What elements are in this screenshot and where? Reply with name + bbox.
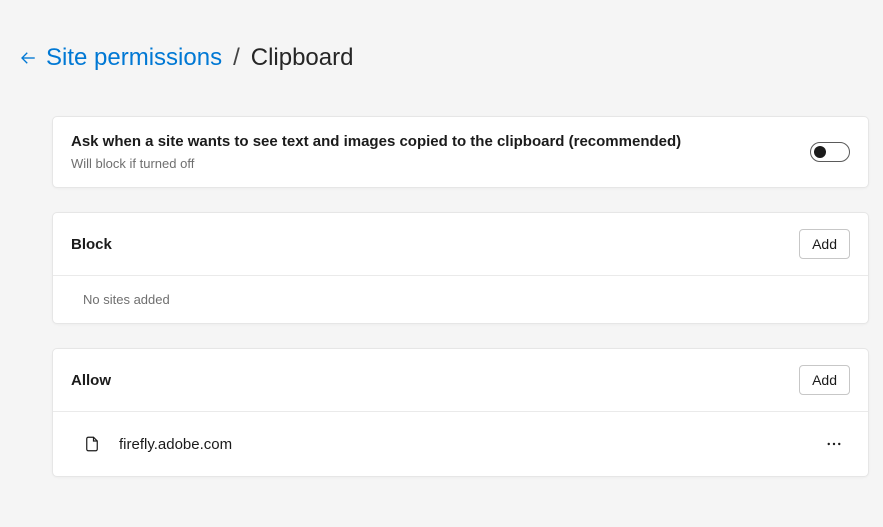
allow-card: Allow Add firefly.adobe.com bbox=[52, 348, 869, 477]
ask-permission-card: Ask when a site wants to see text and im… bbox=[52, 116, 869, 188]
breadcrumb: Site permissions / Clipboard bbox=[14, 44, 869, 72]
toggle-knob bbox=[814, 146, 826, 158]
block-title: Block bbox=[71, 236, 112, 253]
site-more-button[interactable] bbox=[818, 428, 850, 460]
back-button[interactable] bbox=[18, 48, 38, 68]
block-card: Block Add No sites added bbox=[52, 212, 869, 324]
block-add-button[interactable]: Add bbox=[799, 229, 850, 259]
allow-add-button[interactable]: Add bbox=[799, 365, 850, 395]
settings-cards: Ask when a site wants to see text and im… bbox=[14, 116, 869, 477]
settings-page: Site permissions / Clipboard Ask when a … bbox=[0, 0, 883, 525]
ask-permission-toggle[interactable] bbox=[810, 142, 850, 162]
more-horizontal-icon bbox=[825, 435, 843, 453]
site-name: firefly.adobe.com bbox=[119, 436, 232, 453]
block-header-row: Block Add bbox=[53, 213, 868, 275]
breadcrumb-current: Clipboard bbox=[251, 44, 354, 72]
ask-permission-subtitle: Will block if turned off bbox=[71, 156, 681, 171]
site-entry: firefly.adobe.com bbox=[71, 434, 802, 454]
file-icon bbox=[83, 434, 101, 454]
allow-header-row: Allow Add bbox=[53, 349, 868, 411]
allow-title: Allow bbox=[71, 372, 111, 389]
block-empty-row: No sites added bbox=[53, 275, 868, 323]
ask-permission-title: Ask when a site wants to see text and im… bbox=[71, 133, 681, 150]
breadcrumb-parent-link[interactable]: Site permissions bbox=[46, 44, 222, 72]
block-empty-text: No sites added bbox=[71, 292, 170, 307]
ask-permission-row: Ask when a site wants to see text and im… bbox=[53, 117, 868, 187]
ask-permission-text: Ask when a site wants to see text and im… bbox=[71, 133, 681, 171]
arrow-left-icon bbox=[19, 49, 37, 67]
allow-site-row: firefly.adobe.com bbox=[53, 411, 868, 476]
breadcrumb-separator: / bbox=[233, 44, 240, 72]
